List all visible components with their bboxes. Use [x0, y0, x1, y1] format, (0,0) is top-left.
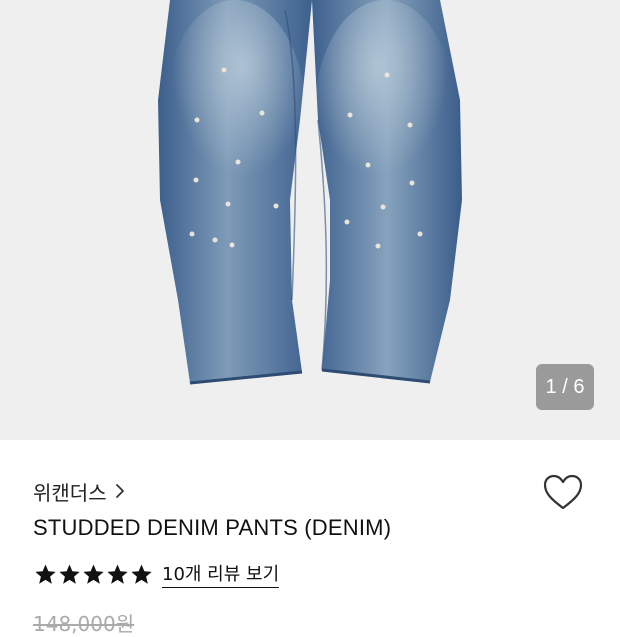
product-image-gallery[interactable]: 1 / 6: [0, 0, 620, 440]
review-link[interactable]: 10개 리뷰 보기: [162, 560, 280, 588]
original-price: 148,000원: [33, 612, 135, 636]
star-filled-icon: [131, 563, 152, 584]
star-filled-icon: [59, 563, 80, 584]
rating-row: 10개 리뷰 보기: [34, 560, 280, 588]
brand-name: 위캔더스: [33, 480, 107, 505]
product-title: STUDDED DENIM PANTS (DENIM): [33, 515, 392, 540]
brand-link[interactable]: 위캔더스: [33, 478, 127, 505]
image-counter: 1 / 6: [536, 364, 594, 410]
wishlist-heart-icon[interactable]: [541, 472, 585, 514]
star-filled-icon: [35, 563, 56, 584]
star-filled-icon: [107, 563, 128, 584]
star-filled-icon: [83, 563, 104, 584]
chevron-right-icon: [115, 484, 124, 498]
rating-stars: [34, 563, 153, 586]
denim-pants-photo: [158, 0, 462, 385]
